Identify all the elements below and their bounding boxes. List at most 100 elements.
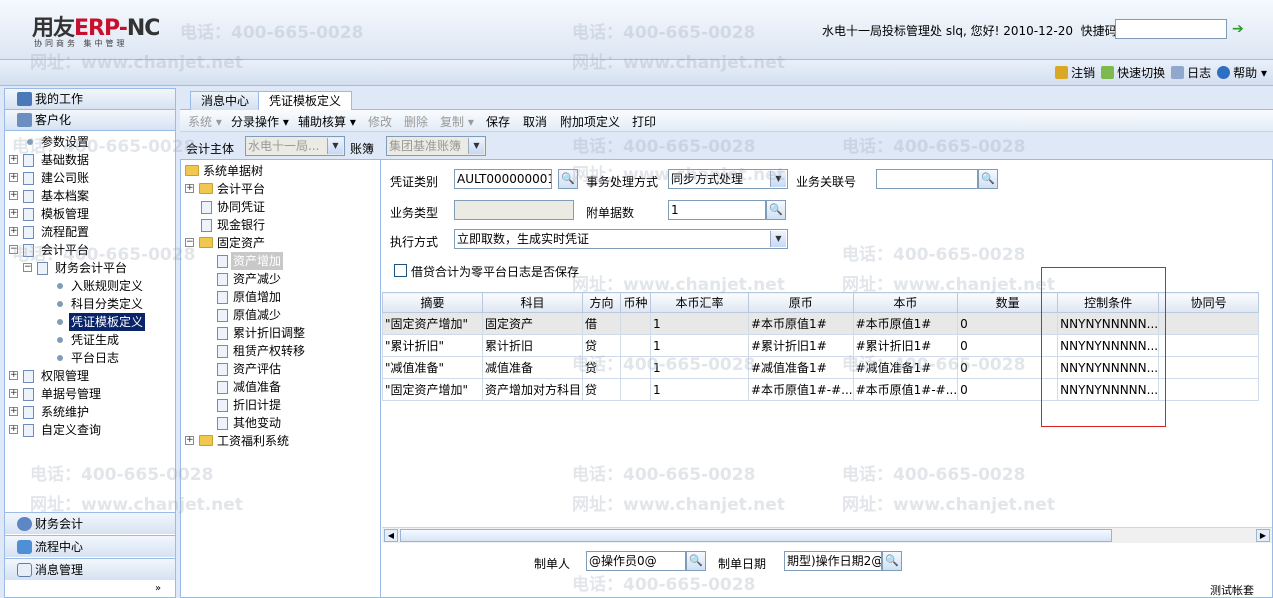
- expand-icon[interactable]: +: [9, 227, 18, 236]
- expand-icon[interactable]: +: [185, 436, 194, 445]
- chevron-down-icon[interactable]: ▼: [468, 138, 484, 154]
- expand-icon[interactable]: +: [9, 389, 18, 398]
- tree-item-permission[interactable]: + 权限管理: [5, 367, 175, 385]
- tree-item-voucher-generate[interactable]: 凭证生成: [5, 331, 175, 349]
- table-cell[interactable]: 1: [650, 312, 749, 335]
- table-cell[interactable]: [1158, 312, 1260, 335]
- biz-link-lookup-search-icon[interactable]: 🔍: [978, 169, 998, 189]
- column-header[interactable]: 科目: [482, 292, 583, 313]
- chevron-down-icon[interactable]: ▼: [327, 138, 343, 154]
- tree-item-system-maintain[interactable]: + 系统维护: [5, 403, 175, 421]
- aux-menu[interactable]: 辅助核算 ▾: [298, 113, 356, 130]
- quick-switch-link[interactable]: 快速切换: [1101, 64, 1165, 81]
- column-header[interactable]: 本币: [852, 292, 959, 313]
- tree-item-flow-config[interactable]: + 流程配置: [5, 223, 175, 241]
- column-header[interactable]: 原币: [748, 292, 854, 313]
- expand-icon[interactable]: +: [9, 407, 18, 416]
- column-header[interactable]: 协同号: [1158, 292, 1260, 313]
- cancel-button[interactable]: 取消: [523, 113, 547, 130]
- expand-more-icon[interactable]: »: [155, 583, 161, 594]
- go-arrow-icon[interactable]: ➔: [1232, 22, 1246, 36]
- tab-voucher-template[interactable]: 凭证模板定义: [258, 91, 353, 111]
- table-cell[interactable]: [1158, 356, 1260, 379]
- table-cell[interactable]: 1: [650, 356, 749, 379]
- nav-flow-center[interactable]: 流程中心: [5, 535, 175, 557]
- expand-icon[interactable]: +: [185, 184, 194, 193]
- tree-item-accounting-platform[interactable]: − 会计平台: [5, 241, 175, 259]
- table-cell[interactable]: 1: [650, 378, 749, 401]
- maker-lookup-search-icon[interactable]: 🔍: [686, 551, 706, 571]
- column-header[interactable]: 币种: [620, 292, 651, 313]
- table-cell[interactable]: [620, 312, 651, 335]
- table-cell[interactable]: #累计折旧1#: [748, 334, 854, 357]
- tree-item-bill-number[interactable]: + 单据号管理: [5, 385, 175, 403]
- table-cell[interactable]: 借: [582, 312, 621, 335]
- voucher-type-input[interactable]: AULT000000001"): [454, 169, 552, 189]
- column-header[interactable]: 本币汇率: [650, 292, 749, 313]
- voucher-type-lookup-search-icon[interactable]: 🔍: [558, 169, 578, 189]
- table-cell[interactable]: 贷: [582, 378, 621, 401]
- process-mode-select[interactable]: 同步方式处理 ▼: [668, 169, 788, 189]
- modify-button[interactable]: 修改: [368, 113, 392, 130]
- table-cell[interactable]: "累计折旧": [382, 334, 483, 357]
- chevron-down-icon[interactable]: ▼: [770, 231, 786, 247]
- column-header[interactable]: 摘要: [382, 292, 483, 313]
- tree-item-base-data[interactable]: + 基础数据: [5, 151, 175, 169]
- tab-message-center[interactable]: 消息中心: [190, 91, 261, 110]
- table-cell[interactable]: "固定资产增加": [382, 378, 483, 401]
- attach-count-lookup-search-icon[interactable]: 🔍: [766, 200, 786, 220]
- scroll-right-icon[interactable]: ▶: [1256, 529, 1270, 542]
- table-cell[interactable]: 贷: [582, 356, 621, 379]
- log-link[interactable]: 日志: [1171, 64, 1211, 81]
- tree-item-build-account[interactable]: + 建公司账: [5, 169, 175, 187]
- expand-icon[interactable]: +: [9, 191, 18, 200]
- column-header[interactable]: 方向: [582, 292, 621, 313]
- print-button[interactable]: 打印: [632, 113, 656, 130]
- customize-header[interactable]: 客户化: [5, 110, 175, 131]
- table-cell[interactable]: #累计折旧1#: [852, 334, 959, 357]
- date-input[interactable]: 期型)操作日期2@: [784, 551, 882, 571]
- tree-item-platform-log[interactable]: 平台日志: [5, 349, 175, 367]
- table-cell[interactable]: [1158, 378, 1260, 401]
- log-save-checkbox[interactable]: [394, 264, 407, 277]
- table-cell[interactable]: #减值准备1#: [852, 356, 959, 379]
- my-work-header[interactable]: 我的工作: [5, 89, 175, 110]
- expand-icon[interactable]: +: [9, 425, 18, 434]
- entity-select[interactable]: 水电十一局... ▼: [245, 136, 345, 156]
- biz-link-input[interactable]: [876, 169, 978, 189]
- tree-item-custom-query[interactable]: + 自定义查询: [5, 421, 175, 439]
- book-select[interactable]: 集团基准账簿 ▼: [386, 136, 486, 156]
- table-cell[interactable]: [620, 334, 651, 357]
- addon-define-button[interactable]: 附加项定义: [560, 113, 620, 130]
- system-menu[interactable]: 系统 ▾: [188, 113, 222, 130]
- table-cell[interactable]: #本币原值1#-#...: [852, 378, 959, 401]
- tree-item-basic-archive[interactable]: + 基本档案: [5, 187, 175, 205]
- attach-count-input[interactable]: 1: [668, 200, 766, 220]
- help-link[interactable]: 帮助 ▾: [1217, 64, 1267, 81]
- logout-link[interactable]: 注销: [1055, 64, 1095, 81]
- exec-mode-select[interactable]: 立即取数，生成实时凭证 ▼: [454, 229, 788, 249]
- quickcode-input[interactable]: [1115, 19, 1227, 39]
- expand-icon[interactable]: +: [9, 173, 18, 182]
- table-cell[interactable]: #本币原值1#: [852, 312, 959, 335]
- collapse-icon[interactable]: −: [23, 263, 32, 272]
- delete-button[interactable]: 删除: [404, 113, 428, 130]
- save-button[interactable]: 保存: [486, 113, 510, 130]
- expand-icon[interactable]: +: [9, 155, 18, 164]
- table-cell[interactable]: 固定资产: [482, 312, 583, 335]
- date-lookup-search-icon[interactable]: 🔍: [882, 551, 902, 571]
- tree-item-template-mgmt[interactable]: + 模板管理: [5, 205, 175, 223]
- table-cell[interactable]: "固定资产增加": [382, 312, 483, 335]
- table-cell[interactable]: 累计折旧: [482, 334, 583, 357]
- nav-finance-accounting[interactable]: 财务会计: [5, 512, 175, 534]
- expand-icon[interactable]: +: [9, 371, 18, 380]
- tree-item-fin-accounting-platform[interactable]: − 财务会计平台: [5, 259, 175, 277]
- table-cell[interactable]: [1158, 334, 1260, 357]
- tree-item-subject-class[interactable]: 科目分类定义: [5, 295, 175, 313]
- table-cell[interactable]: [620, 356, 651, 379]
- collapse-icon[interactable]: −: [185, 238, 194, 247]
- biz-type-input[interactable]: [454, 200, 574, 220]
- table-cell[interactable]: #本币原值1#-#...: [748, 378, 854, 401]
- tree-item-params[interactable]: 参数设置: [5, 133, 175, 151]
- nav-message-mgmt[interactable]: 消息管理: [5, 558, 175, 580]
